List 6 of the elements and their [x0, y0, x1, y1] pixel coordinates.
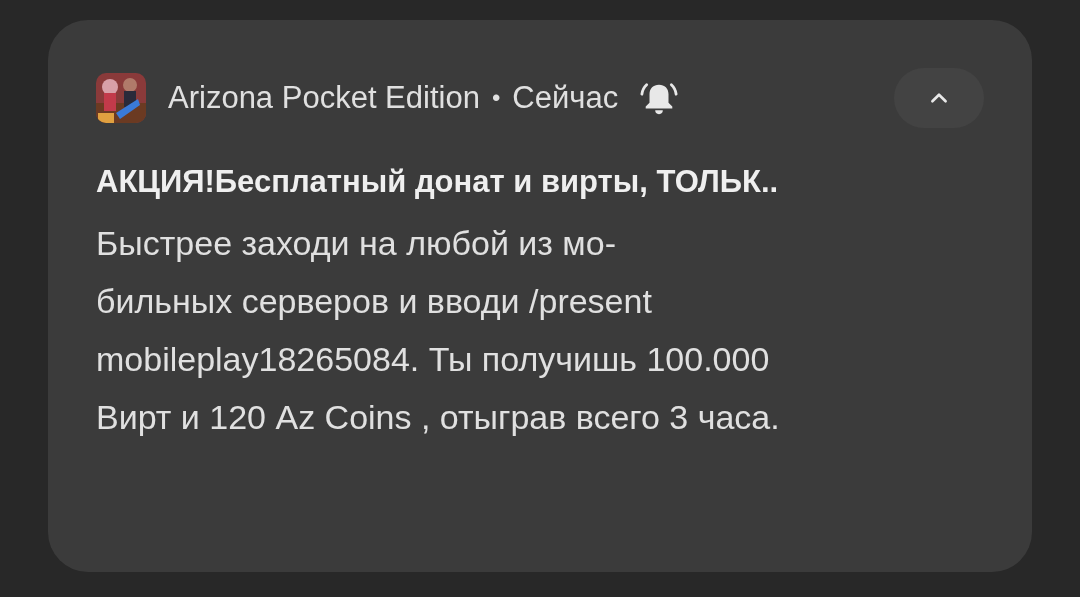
- app-name: Arizona Pocket Edition: [168, 80, 480, 116]
- timestamp: Сейчас: [512, 80, 619, 116]
- separator-dot: •: [491, 84, 501, 112]
- notification-card[interactable]: [48, 20, 1032, 572]
- notification-title: АКЦИЯ!Бесплатный донат и вирты, ТОЛЬК..: [96, 164, 780, 200]
- notification-text: Быстрее заходи на любой из мо- бильных серверов и вводи /present mobileplay18265084. Ты получишь 100.000 Вирт и 120 Az Coins , отыграв всего 3 часа.: [96, 223, 781, 438]
